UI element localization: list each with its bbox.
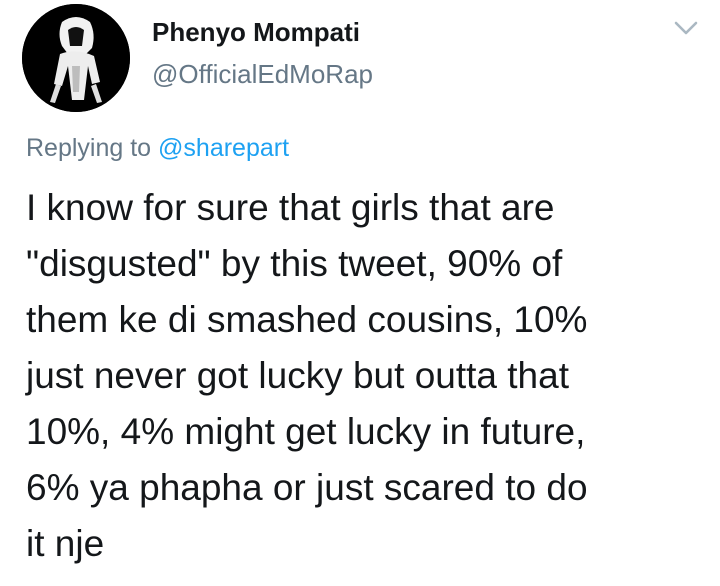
reply-mention-link[interactable]: @sharepart: [158, 134, 289, 162]
author-display-name[interactable]: Phenyo Mompati: [152, 16, 360, 48]
chevron-down-icon: [674, 21, 698, 35]
avatar[interactable]: [22, 4, 130, 112]
tweet-card: Phenyo Mompati @OfficialEdMoRap Replying…: [0, 0, 720, 586]
replying-to-label: Replying to: [26, 134, 152, 162]
tweet-text: I know for sure that girls that are "dis…: [26, 187, 588, 564]
hooded-figure-avatar-icon: [22, 4, 130, 112]
tweet-menu-button[interactable]: [672, 18, 700, 38]
replying-to-line: Replying to @sharepart: [26, 132, 289, 164]
author-handle[interactable]: @OfficialEdMoRap: [152, 58, 373, 90]
